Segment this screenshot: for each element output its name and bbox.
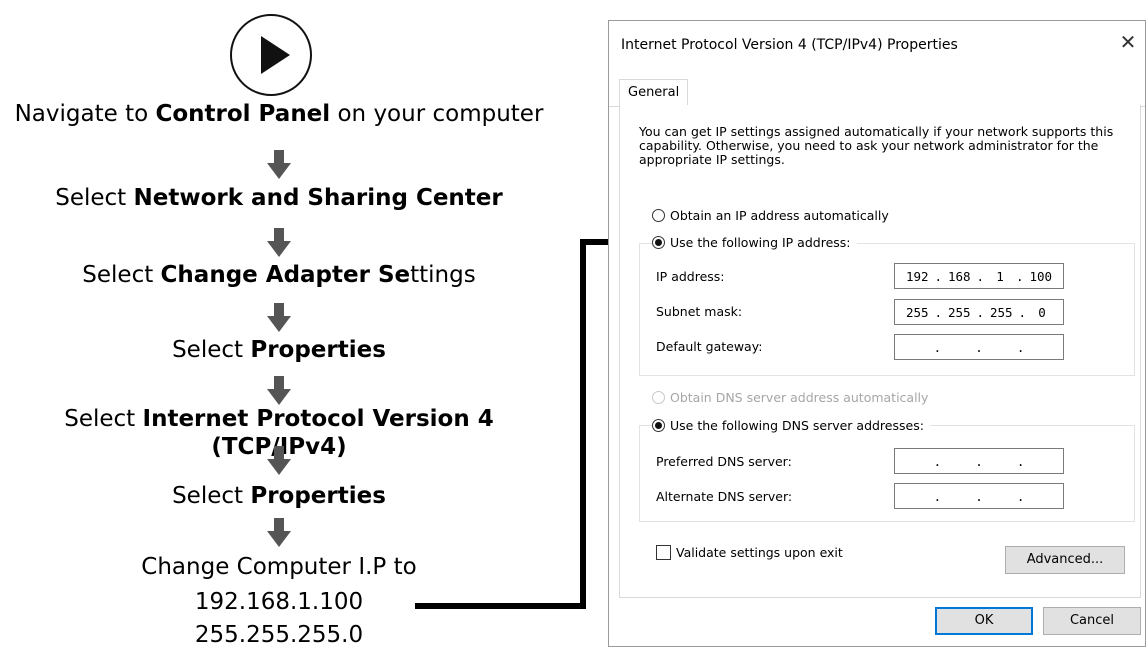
validate-checkbox[interactable]: [656, 545, 671, 560]
preferred-dns-label: Preferred DNS server:: [656, 454, 792, 469]
dns-auto-radio: [652, 391, 665, 404]
dns-manual-label: Use the following DNS server addresses:: [670, 418, 924, 433]
tab-general[interactable]: General: [619, 79, 689, 106]
dns-auto-option: Obtain DNS server address automatically: [652, 390, 928, 405]
subnet-mask-label: Subnet mask:: [656, 304, 743, 319]
ipv4-properties-dialog: Internet Protocol Version 4 (TCP/IPv4) P…: [608, 20, 1146, 647]
default-gateway-label: Default gateway:: [656, 339, 763, 354]
close-icon[interactable]: ✕: [1117, 31, 1139, 53]
ip-auto-option[interactable]: Obtain an IP address automatically: [652, 208, 889, 223]
tab-strip: General: [609, 79, 1145, 107]
ip-manual-label: Use the following IP address:: [670, 235, 851, 250]
intro-text: You can get IP settings assigned automat…: [639, 124, 1114, 167]
alternate-dns-label: Alternate DNS server:: [656, 489, 793, 504]
validate-option[interactable]: Validate settings upon exit: [656, 545, 843, 560]
dns-auto-label: Obtain DNS server address automatically: [670, 390, 929, 405]
general-panel: You can get IP settings assigned automat…: [619, 105, 1141, 598]
dns-manual-radio[interactable]: [652, 419, 665, 432]
ip-address-label: IP address:: [656, 269, 725, 284]
dialog-title: Internet Protocol Version 4 (TCP/IPv4) P…: [621, 37, 958, 53]
ip-auto-radio[interactable]: [652, 209, 665, 222]
ok-button[interactable]: OK: [935, 607, 1033, 635]
ip-manual-option[interactable]: Use the following IP address:: [652, 235, 857, 250]
ip-manual-radio[interactable]: [652, 236, 665, 249]
validate-label: Validate settings upon exit: [676, 545, 843, 560]
preferred-dns-input[interactable]: ...: [894, 448, 1064, 474]
default-gateway-input[interactable]: ...: [894, 334, 1064, 360]
subnet-mask-input[interactable]: 255. 255. 255. 0: [894, 299, 1064, 325]
cancel-button[interactable]: Cancel: [1043, 607, 1141, 635]
ip-auto-label: Obtain an IP address automatically: [670, 208, 889, 223]
advanced-button[interactable]: Advanced...: [1005, 546, 1125, 574]
alternate-dns-input[interactable]: ...: [894, 483, 1064, 509]
ip-address-input[interactable]: 192. 168. 1. 100: [894, 263, 1064, 289]
dns-manual-option[interactable]: Use the following DNS server addresses:: [652, 418, 930, 433]
